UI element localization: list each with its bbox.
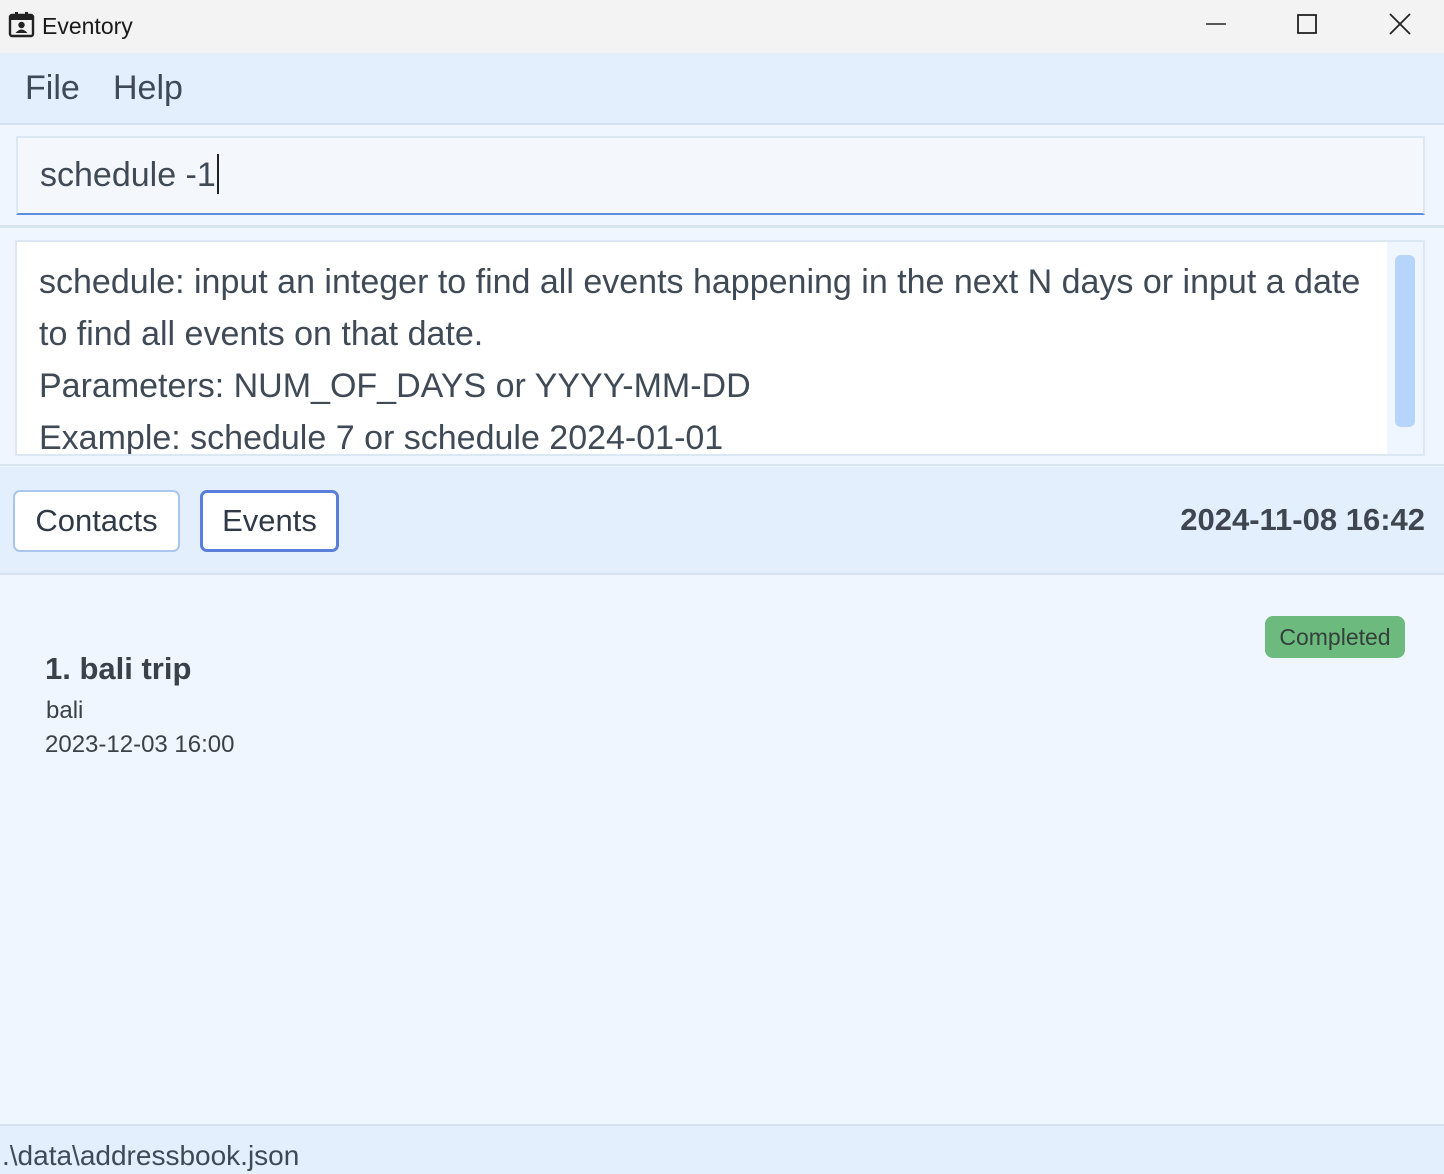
text-caret: [216, 154, 219, 195]
command-value: schedule -1: [40, 156, 216, 194]
event-datetime: 2023-12-03 16:00: [45, 731, 235, 758]
result-area: schedule: input an integer to find all e…: [0, 230, 1444, 466]
maximize-button[interactable]: [1277, 0, 1337, 53]
event-list: 1. bali trip bali 2023-12-03 16:00 Compl…: [0, 577, 1444, 1123]
result-line: Parameters: NUM_OF_DAYS or YYYY-MM-DD: [39, 367, 751, 405]
command-area: schedule -1: [0, 126, 1444, 228]
tab-events[interactable]: Events: [200, 490, 339, 552]
window-title: Eventory: [42, 13, 133, 39]
list-item[interactable]: 1. bali trip bali 2023-12-03 16:00 Compl…: [0, 577, 1444, 777]
menu-bar: File Help: [0, 53, 1444, 125]
result-scrollbar-thumb[interactable]: [1395, 255, 1415, 427]
result-display[interactable]: schedule: input an integer to find all e…: [15, 240, 1425, 456]
command-input[interactable]: schedule -1: [16, 136, 1425, 215]
current-datetime: 2024-11-08 16:42: [1180, 502, 1425, 537]
result-text: schedule: input an integer to find all e…: [39, 256, 1379, 456]
save-file-path: .\data\addressbook.json: [2, 1140, 300, 1171]
result-scrollbar[interactable]: [1387, 242, 1423, 454]
status-bar: .\data\addressbook.json: [0, 1124, 1444, 1174]
event-title: 1. bali trip: [45, 651, 192, 686]
maximize-icon: [1296, 13, 1318, 40]
tabs-bar: Contacts Events 2024-11-08 16:42: [0, 467, 1444, 575]
result-line: schedule: input an integer to find all e…: [39, 263, 1361, 353]
menu-help[interactable]: Help: [113, 69, 183, 108]
minimize-icon: [1205, 13, 1227, 40]
title-bar: Eventory: [0, 0, 1444, 53]
tab-contacts[interactable]: Contacts: [13, 490, 180, 552]
minimize-button[interactable]: [1186, 0, 1246, 53]
event-location: bali: [46, 697, 84, 724]
command-text: schedule -1: [40, 154, 219, 195]
menu-file[interactable]: File: [25, 69, 80, 108]
close-button[interactable]: [1370, 0, 1430, 53]
result-line: Example: schedule 7 or schedule 2024-01-…: [39, 419, 724, 456]
close-icon: [1389, 13, 1411, 40]
calendar-contact-icon: [8, 11, 35, 38]
status-badge: Completed: [1265, 616, 1405, 658]
